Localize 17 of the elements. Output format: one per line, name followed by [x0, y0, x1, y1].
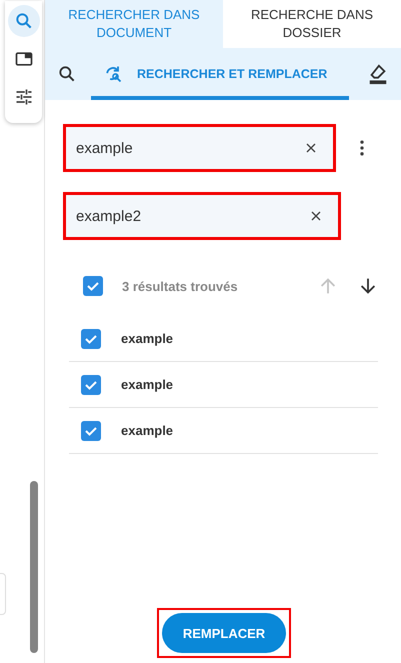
search-field[interactable]: example [63, 124, 336, 172]
checkbox[interactable] [81, 328, 101, 348]
results-count: 3 résultats trouvés [122, 278, 238, 294]
replace-button[interactable]: REMPLACER [162, 613, 286, 653]
match-text: example [121, 331, 174, 346]
replace-field[interactable]: example2 [63, 192, 341, 240]
checkbox[interactable] [81, 420, 101, 440]
match-text: example [121, 423, 174, 438]
search-button[interactable] [57, 64, 77, 84]
eraser-button[interactable] [367, 62, 389, 86]
search-icon [14, 11, 34, 31]
checkbox[interactable] [83, 276, 103, 296]
scrollbar[interactable] [30, 481, 38, 653]
checkbox[interactable] [81, 374, 101, 394]
tab[interactable]: RECHERCHE DANS DOSSIER [223, 0, 401, 48]
sliders-icon [14, 87, 34, 107]
match-text: example [121, 377, 174, 392]
